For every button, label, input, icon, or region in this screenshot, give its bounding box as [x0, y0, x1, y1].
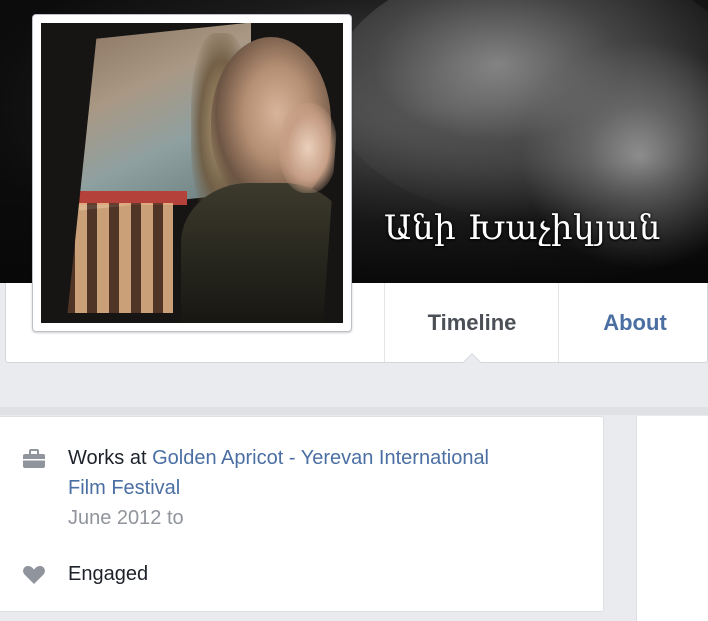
work-period: June 2012 to	[68, 507, 184, 529]
photo-hand	[279, 103, 337, 193]
active-tab-caret-icon	[462, 353, 482, 363]
tab-about-label: About	[603, 309, 667, 335]
intro-card: Works at Golden Apricot - Yerevan Intern…	[0, 416, 604, 612]
right-column-card	[636, 416, 708, 621]
profile-name[interactable]: Անի Խաչիկյան	[384, 208, 661, 248]
tab-timeline-label: Timeline	[427, 309, 517, 335]
heart-icon	[23, 566, 45, 584]
relationship-info: Engaged	[22, 559, 148, 589]
relationship-status: Engaged	[68, 563, 149, 585]
tab-timeline[interactable]: Timeline	[384, 283, 559, 363]
work-text: Works at Golden Apricot - Yerevan Intern…	[68, 443, 582, 533]
employer-link-line1: Golden Apricot - Yerevan International	[152, 447, 490, 469]
section-divider	[0, 407, 708, 415]
tab-about[interactable]: About	[558, 283, 708, 362]
work-info: Works at Golden Apricot - Yerevan Intern…	[22, 443, 582, 533]
employer-link-line2: Film Festival	[68, 477, 181, 499]
work-prefix: Works at	[68, 447, 147, 469]
profile-picture[interactable]	[41, 23, 343, 323]
photo-body	[181, 183, 343, 323]
briefcase-icon	[23, 449, 45, 468]
profile-picture-frame[interactable]	[32, 14, 352, 332]
